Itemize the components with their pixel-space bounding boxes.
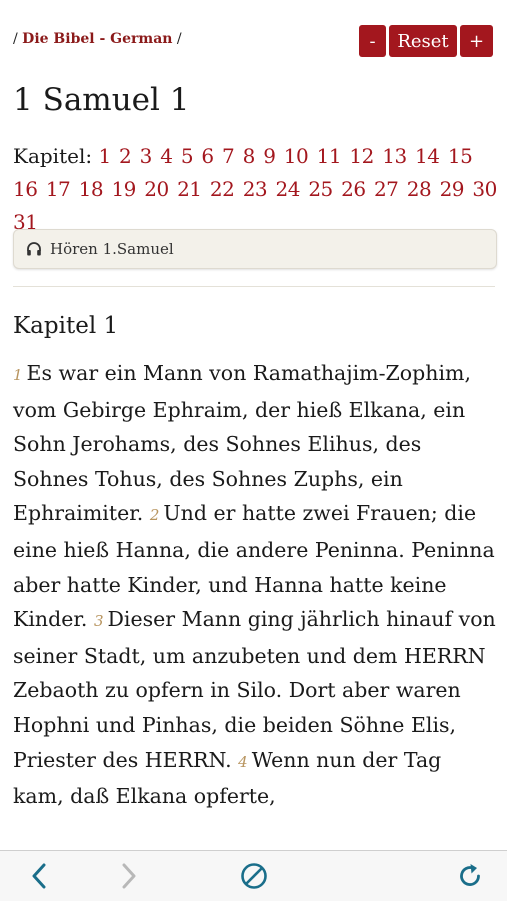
- chapter-link-1[interactable]: 1: [98, 144, 111, 168]
- reload-icon: [460, 864, 480, 886]
- chapter-link-20[interactable]: 20: [144, 177, 169, 201]
- chapter-link-2[interactable]: 2: [119, 144, 132, 168]
- listen-label: Hören 1.Samuel: [50, 240, 174, 258]
- chapter-list: Kapitel: 1 2 3 4 5 6 7 8 9 10 11 12 13 1…: [13, 140, 503, 239]
- chapter-link-25[interactable]: 25: [308, 177, 333, 201]
- chapter-link-6[interactable]: 6: [201, 144, 214, 168]
- chapter-link-26[interactable]: 26: [341, 177, 366, 201]
- divider: [13, 286, 495, 287]
- headphones-icon: [27, 242, 41, 256]
- breadcrumb: / Die Bibel - German /: [13, 31, 182, 47]
- chapter-link-27[interactable]: 27: [374, 177, 399, 201]
- page-title: 1 Samuel 1: [13, 82, 190, 118]
- verse-number: 2: [149, 506, 160, 525]
- chapter-link-4[interactable]: 4: [160, 144, 173, 168]
- chapter-link-24[interactable]: 24: [276, 177, 301, 201]
- stop-button[interactable]: [240, 862, 268, 890]
- chapter-link-18[interactable]: 18: [79, 177, 104, 201]
- zoom-controls: - Reset +: [359, 25, 493, 57]
- chapter-link-5[interactable]: 5: [181, 144, 194, 168]
- breadcrumb-link[interactable]: Die Bibel - German: [22, 31, 172, 47]
- chapter-link-22[interactable]: 22: [210, 177, 235, 201]
- chevron-left-icon: [32, 863, 46, 889]
- reload-button[interactable]: [456, 862, 484, 890]
- verse-number: 3: [93, 612, 104, 631]
- verse-text: 1 Es war ein Mann von Ramathajim-Zophim, …: [13, 356, 497, 814]
- bottom-toolbar: [0, 850, 507, 901]
- chapter-link-30[interactable]: 30: [472, 177, 497, 201]
- chapter-link-29[interactable]: 29: [440, 177, 465, 201]
- verse-number: 1: [13, 366, 23, 384]
- breadcrumb-prefix: /: [13, 31, 18, 47]
- chapter-link-15[interactable]: 15: [448, 144, 473, 168]
- chapter-link-23[interactable]: 23: [243, 177, 268, 201]
- top-bar: / Die Bibel - German / - Reset +: [0, 0, 507, 70]
- chapter-link-21[interactable]: 21: [177, 177, 202, 201]
- chapter-link-10[interactable]: 10: [284, 144, 309, 168]
- zoom-in-button[interactable]: +: [460, 25, 493, 57]
- chapter-heading: Kapitel 1: [13, 313, 119, 339]
- back-button[interactable]: [25, 862, 53, 890]
- chevron-right-icon: [122, 863, 136, 889]
- chapter-link-9[interactable]: 9: [263, 144, 276, 168]
- chapter-link-8[interactable]: 8: [243, 144, 256, 168]
- listen-button[interactable]: Hören 1.Samuel: [13, 229, 497, 269]
- chapter-link-19[interactable]: 19: [111, 177, 136, 201]
- chapter-link-3[interactable]: 3: [140, 144, 153, 168]
- chapter-list-label: Kapitel:: [13, 144, 93, 168]
- verse-number: 4: [238, 752, 248, 771]
- chapter-link-12[interactable]: 12: [349, 144, 374, 168]
- zoom-reset-button[interactable]: Reset: [389, 25, 457, 57]
- chapter-link-13[interactable]: 13: [382, 144, 407, 168]
- chapter-link-28[interactable]: 28: [407, 177, 432, 201]
- chapter-link-14[interactable]: 14: [415, 144, 440, 168]
- stop-icon: [241, 863, 267, 889]
- chapter-link-11[interactable]: 11: [317, 144, 342, 168]
- breadcrumb-suffix: /: [176, 31, 182, 47]
- chapter-link-16[interactable]: 16: [13, 177, 38, 201]
- zoom-out-button[interactable]: -: [359, 25, 386, 57]
- forward-button[interactable]: [115, 862, 143, 890]
- chapter-link-7[interactable]: 7: [222, 144, 235, 168]
- chapter-link-17[interactable]: 17: [46, 177, 71, 201]
